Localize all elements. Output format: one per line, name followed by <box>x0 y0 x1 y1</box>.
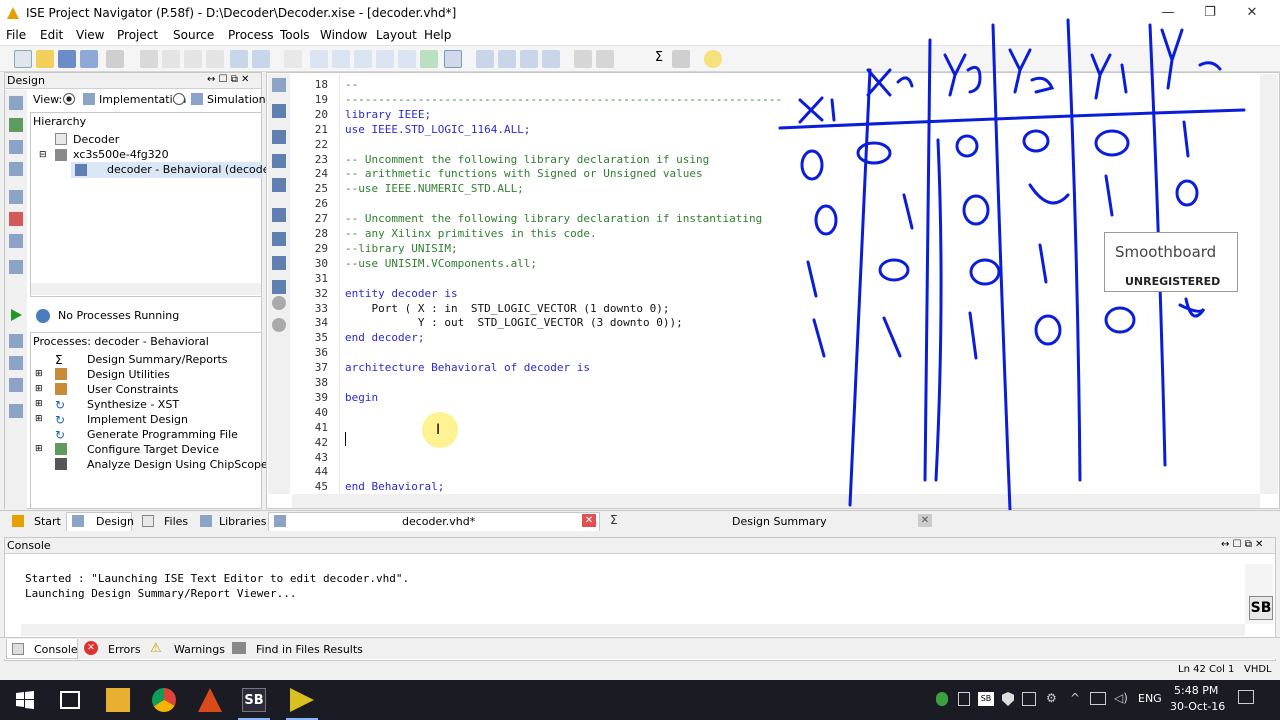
errors-icon: ✕ <box>84 641 98 655</box>
table-vline <box>923 38 932 482</box>
windows-start-icon[interactable] <box>16 691 34 709</box>
input-language[interactable]: ENG <box>1138 692 1162 705</box>
smoothboard-logo: Smoothboard <box>1115 243 1217 261</box>
start-tab-icon <box>12 515 24 527</box>
status-bar: Ln 42 Col 1 VHDL <box>0 661 1280 679</box>
console-hscrollbar[interactable] <box>21 624 1245 636</box>
tray-settings-icon[interactable]: ⚙ <box>1046 691 1057 705</box>
matlab-icon[interactable] <box>198 688 222 712</box>
table-vline <box>848 68 872 507</box>
libraries-tab-icon <box>200 515 212 527</box>
console-title: Console <box>7 539 51 552</box>
console-header: Console ↔ ☐ ⧉ ✕ <box>5 538 1275 554</box>
console-line: Started : "Launching ISE Text Editor to … <box>25 572 410 585</box>
tab-errors[interactable]: Errors <box>108 643 141 656</box>
tab-bar: Start Design Files Libraries decoder.vhd… <box>0 510 1280 531</box>
tab-console[interactable]: Console <box>34 643 78 656</box>
files-tab-icon <box>142 515 154 527</box>
network-icon[interactable] <box>1090 692 1106 705</box>
tab-decoder-vhd[interactable]: decoder.vhd* <box>402 513 475 530</box>
chrome-icon[interactable] <box>152 688 176 712</box>
console-side-tools: SB <box>1245 564 1273 624</box>
table-vline <box>934 138 943 482</box>
tray-misc-icon[interactable] <box>1022 692 1036 706</box>
tab-start[interactable]: Start <box>34 513 61 530</box>
cursor-position: Ln 42 Col 1 <box>1178 664 1235 675</box>
tray-sb-icon[interactable]: SB <box>978 692 994 706</box>
volume-icon[interactable]: ◁) <box>1114 691 1128 705</box>
warnings-icon: ⚠ <box>150 641 162 656</box>
table-header-line <box>778 108 1246 130</box>
console-tab-icon <box>12 643 24 655</box>
tray-green-icon[interactable] <box>936 692 948 706</box>
ise-window: ISE Project Navigator (P.58f) - D:\Decod… <box>0 0 1280 720</box>
close-summary-tab-icon[interactable]: ✕ <box>918 514 932 527</box>
find-results-icon <box>232 642 246 654</box>
hw-x0 <box>866 68 914 97</box>
console-tab-bar: Console ✕ Errors ⚠ Warnings Find in File… <box>0 637 1280 659</box>
close-tab-icon[interactable]: ✕ <box>582 514 596 527</box>
table-vline <box>1066 18 1082 482</box>
console-window-controls[interactable]: ↔ ☐ ⧉ ✕ <box>1221 539 1263 550</box>
smoothboard-taskbar-icon[interactable]: SB <box>242 688 266 712</box>
design-tab-icon <box>72 515 84 527</box>
vhd-file-icon <box>274 515 286 527</box>
shield-icon[interactable] <box>1002 692 1014 706</box>
tab-design-summary[interactable]: Design Summary <box>732 513 827 530</box>
language-mode: VHDL <box>1244 664 1272 675</box>
hw-y3 <box>943 53 982 97</box>
clock-time[interactable]: 5:48 PM <box>1174 684 1218 697</box>
smoothboard-badge: Smoothboard UNREGISTERED <box>1104 232 1238 292</box>
tab-libraries[interactable]: Libraries <box>219 513 267 530</box>
hw-x1 <box>798 96 836 124</box>
sb-icon[interactable]: SB <box>1249 596 1273 620</box>
notification-center-icon[interactable] <box>1238 690 1254 704</box>
clock-date[interactable]: 30-Oct-16 <box>1170 700 1225 713</box>
tray-device-icon[interactable] <box>958 692 970 706</box>
file-explorer-icon[interactable] <box>106 688 130 712</box>
hw-y2 <box>1008 48 1055 94</box>
windows-taskbar: SB SB ⚙ ^ ◁) ENG 5:48 PM 30-Oct-16 <box>0 680 1280 720</box>
chevron-up-icon[interactable]: ^ <box>1070 691 1080 705</box>
tab-warnings[interactable]: Warnings <box>174 643 225 656</box>
tab-find-results[interactable]: Find in Files Results <box>256 643 363 656</box>
tab-files[interactable]: Files <box>164 513 188 530</box>
table-vline <box>991 23 1012 512</box>
unregistered-label: UNREGISTERED <box>1125 275 1221 288</box>
ise-taskbar-icon[interactable] <box>290 688 314 712</box>
task-view-icon[interactable] <box>60 691 80 709</box>
sigma-tab-icon: Σ <box>610 513 618 527</box>
hw-y1 <box>1090 53 1128 100</box>
tab-design[interactable]: Design <box>96 513 134 530</box>
console-line: Launching Design Summary/Report Viewer..… <box>25 587 297 600</box>
hw-y0 <box>1160 28 1222 90</box>
